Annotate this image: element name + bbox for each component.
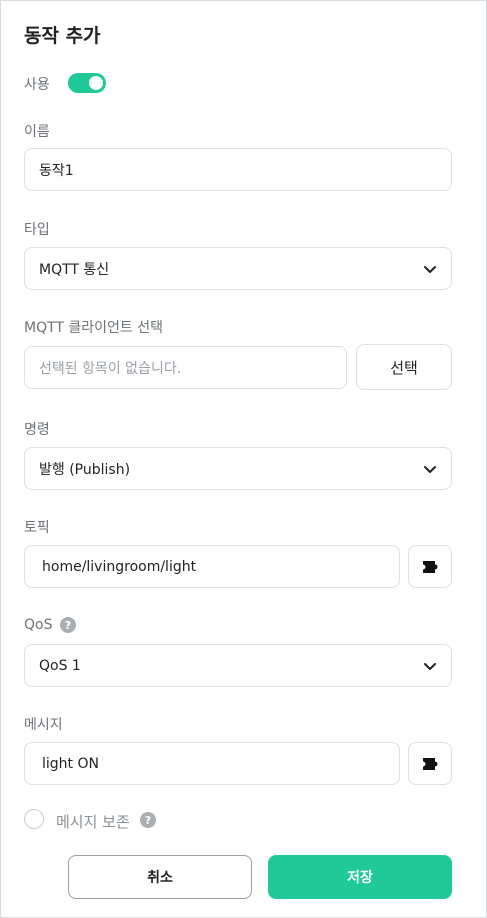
qos-select[interactable]: QoS 1 bbox=[24, 644, 452, 687]
qos-selected: QoS 1 bbox=[39, 657, 81, 674]
chevron-down-icon bbox=[424, 265, 436, 273]
puzzle-icon bbox=[423, 560, 438, 573]
retain-help-icon[interactable]: ? bbox=[140, 812, 156, 828]
cancel-label: 취소 bbox=[147, 870, 173, 886]
enable-toggle[interactable] bbox=[68, 73, 106, 93]
qos-label: QoS bbox=[24, 617, 53, 633]
client-label: MQTT 클라이언트 선택 bbox=[24, 320, 164, 336]
message-variable-button[interactable] bbox=[408, 742, 452, 785]
type-selected: MQTT 통신 bbox=[39, 261, 110, 278]
topic-input[interactable]: home/livingroom/light bbox=[24, 545, 400, 588]
type-select[interactable]: MQTT 통신 bbox=[24, 247, 452, 290]
add-action-panel: 동작 추가 사용 이름 동작1 타입 MQTT 통신 MQTT 클라이언트 선택… bbox=[0, 0, 487, 918]
enable-label: 사용 bbox=[24, 77, 50, 93]
message-label: 메시지 bbox=[24, 717, 63, 733]
retain-label: 메시지 보존 bbox=[56, 813, 130, 831]
command-selected: 발행 (Publish) bbox=[39, 461, 131, 478]
puzzle-icon bbox=[423, 757, 438, 770]
save-label: 저장 bbox=[347, 870, 373, 886]
panel-title: 동작 추가 bbox=[24, 25, 101, 47]
name-value: 동작1 bbox=[39, 162, 74, 179]
topic-variable-button[interactable] bbox=[408, 545, 452, 588]
topic-label: 토픽 bbox=[24, 520, 50, 536]
chevron-down-icon bbox=[424, 465, 436, 473]
client-select-button[interactable]: 선택 bbox=[356, 344, 452, 390]
command-label: 명령 bbox=[24, 422, 50, 438]
client-placeholder: 선택된 항목이 없습니다. bbox=[39, 360, 182, 377]
toggle-knob bbox=[89, 76, 103, 90]
name-input[interactable]: 동작1 bbox=[24, 148, 452, 191]
cancel-button[interactable]: 취소 bbox=[68, 855, 252, 899]
retain-checkbox[interactable] bbox=[24, 809, 44, 829]
type-label: 타입 bbox=[24, 222, 50, 238]
save-button[interactable]: 저장 bbox=[268, 855, 452, 899]
qos-help-icon[interactable]: ? bbox=[60, 617, 76, 633]
name-label: 이름 bbox=[24, 124, 50, 140]
client-select-label: 선택 bbox=[390, 358, 418, 377]
message-input[interactable]: light ON bbox=[24, 742, 400, 785]
message-value: light ON bbox=[42, 755, 99, 772]
command-select[interactable]: 발행 (Publish) bbox=[24, 447, 452, 490]
topic-value: home/livingroom/light bbox=[42, 558, 197, 575]
client-input[interactable]: 선택된 항목이 없습니다. bbox=[24, 346, 347, 389]
chevron-down-icon bbox=[424, 662, 436, 670]
